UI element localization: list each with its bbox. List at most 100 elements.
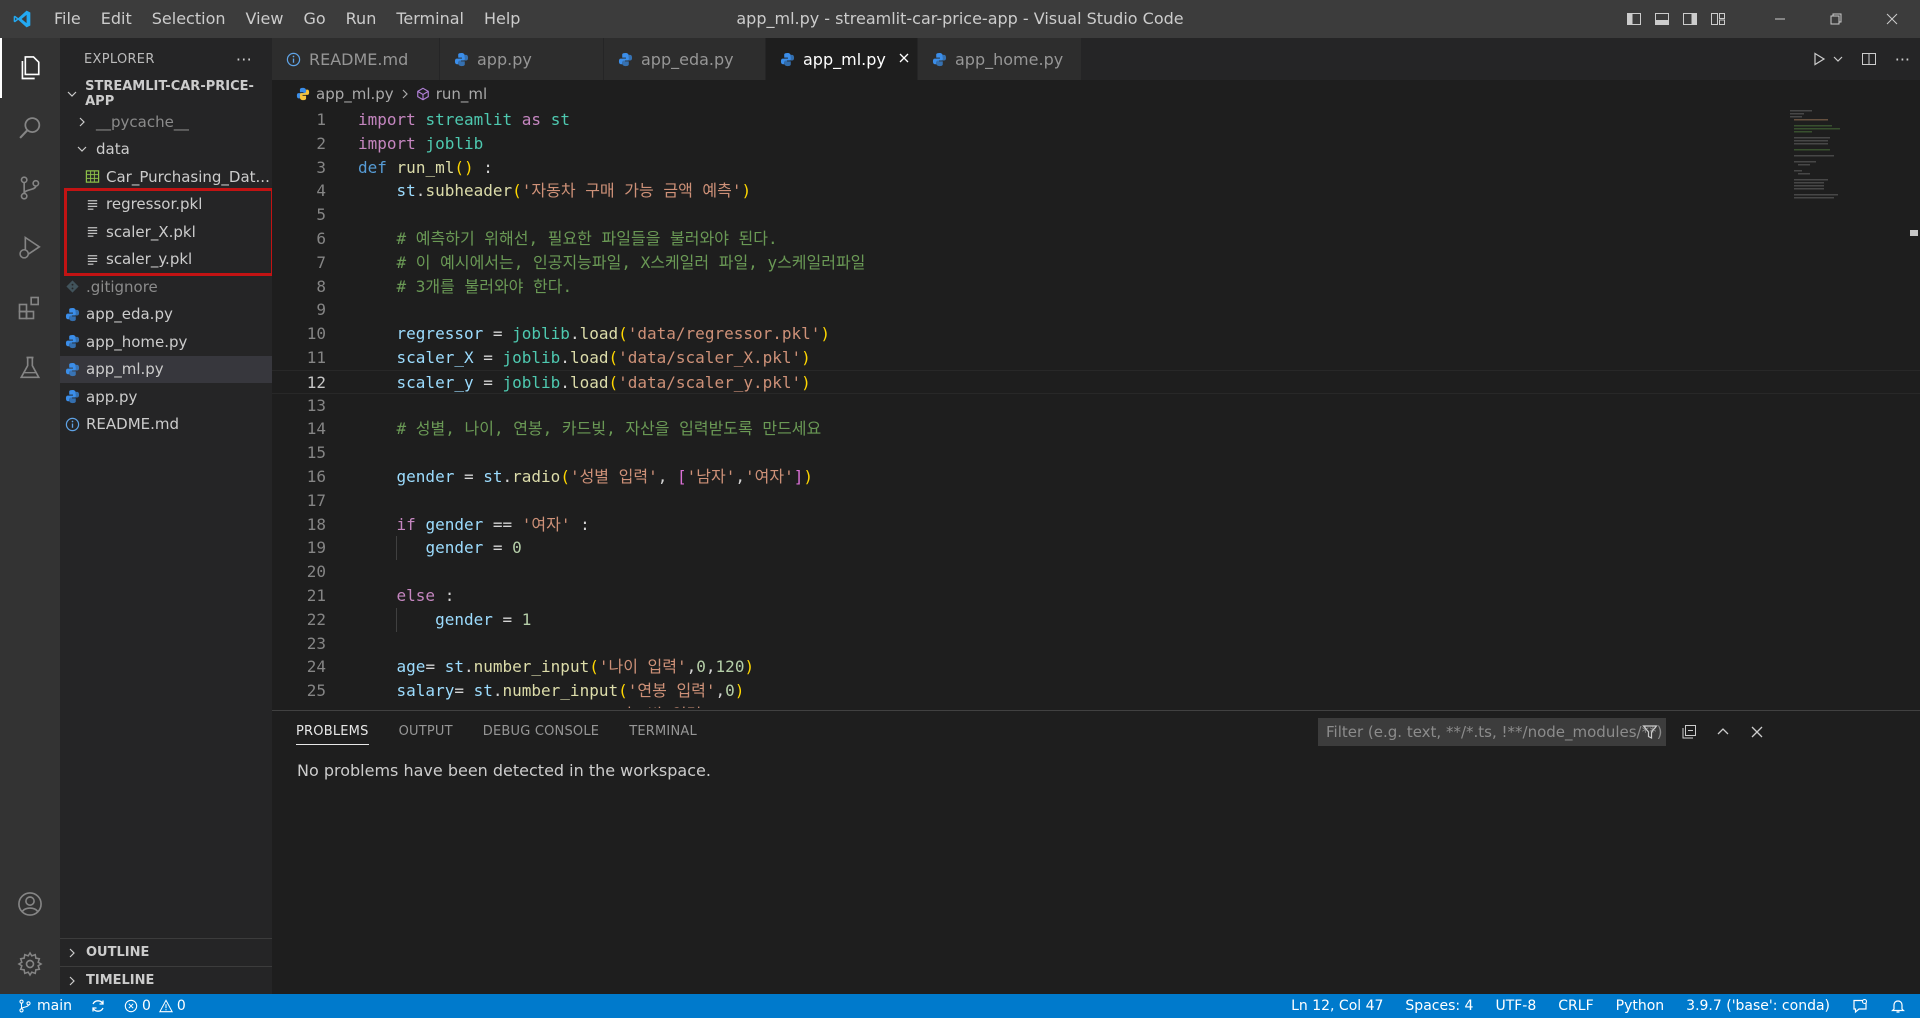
breadcrumb-symbol[interactable]: run_ml [436, 85, 487, 103]
python-interpreter[interactable]: 3.9.7 ('base': conda) [1686, 998, 1830, 1014]
source-control-icon[interactable] [0, 158, 60, 218]
file-tree-item[interactable]: app_ml.py [60, 355, 272, 383]
code-text: import joblib [358, 133, 484, 153]
run-dropdown-chevron-icon[interactable] [1833, 54, 1843, 64]
maximize-panel-chevron-up-icon[interactable] [1706, 725, 1740, 739]
menu-go[interactable]: Go [293, 0, 335, 38]
code-line: 19 gender = 0 [272, 536, 1920, 561]
file-tree-item[interactable]: .gitignore [60, 273, 272, 301]
panel-tab-debug-console[interactable]: DEBUG CONSOLE [483, 711, 599, 753]
toggle-primary-sidebar-icon[interactable] [1620, 0, 1648, 38]
line-number: 24 [306, 657, 326, 677]
code-line: 16 gender = st.radio('성별 입력', ['남자','여자'… [272, 465, 1920, 489]
tab-label: app_home.py [955, 49, 1064, 69]
code-line: 2 import joblib [272, 132, 1920, 156]
toggle-secondary-sidebar-icon[interactable] [1676, 0, 1704, 38]
line-number: 26 [272, 703, 326, 708]
code-line: 11 scaler_X = joblib.load('data/scaler_X… [272, 346, 1920, 370]
close-window-icon[interactable] [1864, 0, 1920, 38]
line-number: 20 [306, 562, 326, 582]
outline-section[interactable]: OUTLINE [60, 938, 272, 966]
panel-tabs: PROBLEMS OUTPUT DEBUG CONSOLE TERMINAL [296, 711, 727, 753]
feedback-icon[interactable] [1852, 998, 1868, 1014]
menu-selection[interactable]: Selection [142, 0, 236, 38]
indentation-status[interactable]: Spaces: 4 [1405, 998, 1473, 1014]
more-actions-icon[interactable]: ··· [236, 50, 252, 69]
toggle-panel-icon[interactable] [1648, 0, 1676, 38]
eol-status[interactable]: CRLF [1558, 998, 1593, 1014]
split-editor-icon[interactable] [1861, 51, 1877, 67]
code-editor[interactable]: 1 import streamlit as st 2 import joblib 3 de… [272, 108, 1920, 708]
vscode-logo-icon[interactable] [0, 0, 44, 38]
language-mode[interactable]: Python [1616, 998, 1665, 1014]
more-editor-actions-icon[interactable]: ··· [1895, 50, 1910, 69]
testing-icon[interactable] [0, 338, 60, 398]
sync-icon[interactable] [90, 998, 106, 1014]
timeline-section[interactable]: TIMELINE [60, 966, 272, 994]
search-icon[interactable] [0, 98, 60, 158]
file-tree-item[interactable]: app.py [60, 383, 272, 411]
line-number: 11 [306, 347, 326, 367]
panel-tab-problems[interactable]: PROBLEMS [296, 711, 369, 753]
cursor-position[interactable]: Ln 12, Col 47 [1291, 998, 1383, 1014]
code-text: st.subheader('자동차 구매 가능 금액 예측') [396, 181, 752, 201]
editor-scrollbar[interactable] [1906, 108, 1920, 708]
run-python-file-icon[interactable] [1811, 51, 1827, 67]
panel-tab-terminal[interactable]: TERMINAL [629, 711, 697, 753]
line-number: 7 [316, 252, 326, 272]
code-line: 20 [272, 560, 1920, 584]
extensions-icon[interactable] [0, 278, 60, 338]
explorer-sidebar: EXPLORER ··· STREAMLIT-CAR-PRICE-APP __p… [60, 38, 272, 994]
breadcrumb-file[interactable]: app_ml.py [316, 85, 394, 103]
manage-gear-icon[interactable] [0, 934, 60, 994]
git-branch-status[interactable]: main [18, 998, 72, 1014]
code-line: 1 import streamlit as st [272, 108, 1920, 132]
run-debug-icon[interactable] [0, 218, 60, 278]
file-tree-item[interactable]: README.md [60, 411, 272, 439]
tab-app-home-py[interactable]: app_home.py [918, 38, 1082, 80]
tab-app-ml-py[interactable]: app_ml.py [766, 38, 918, 80]
menu-view[interactable]: View [236, 0, 294, 38]
menu-edit[interactable]: Edit [91, 0, 142, 38]
file-tree-item[interactable]: data [60, 136, 272, 164]
file-tree-label: app.py [86, 387, 138, 406]
collapse-all-icon[interactable] [1672, 724, 1706, 740]
encoding-status[interactable]: UTF-8 [1495, 998, 1536, 1014]
close-panel-icon[interactable] [1740, 725, 1774, 739]
explorer-icon[interactable] [0, 38, 60, 98]
chevron-right-icon [66, 975, 82, 987]
menu-file[interactable]: File [44, 0, 91, 38]
menu-run[interactable]: Run [336, 0, 387, 38]
minimize-icon[interactable] [1752, 0, 1808, 38]
restore-icon[interactable] [1808, 0, 1864, 38]
file-tree-item[interactable]: __pycache__ [60, 108, 272, 136]
line-number: 22 [306, 609, 326, 629]
file-tree-item[interactable]: app_eda.py [60, 301, 272, 329]
menu-terminal[interactable]: Terminal [386, 0, 474, 38]
line-number: 18 [306, 514, 326, 534]
chevron-right-icon [74, 116, 90, 128]
close-tab-icon[interactable] [898, 50, 910, 68]
workspace-folder[interactable]: STREAMLIT-CAR-PRICE-APP [60, 79, 272, 109]
workspace-folder-label: STREAMLIT-CAR-PRICE-APP [85, 79, 254, 109]
code-text: scaler_X = joblib.load('data/scaler_X.pk… [396, 347, 811, 367]
minimap[interactable] [1786, 108, 1906, 708]
tab-readme-md[interactable]: README.md [272, 38, 440, 80]
code-line: 17 [272, 489, 1920, 513]
notifications-bell-icon[interactable] [1890, 998, 1906, 1014]
problems-status[interactable]: 0 0 [124, 998, 186, 1014]
tab-app-eda-py[interactable]: app_eda.py [604, 38, 766, 80]
problems-filter-input[interactable]: Filter (e.g. text, **/*.ts, !**/node_mod… [1318, 718, 1666, 746]
file-tree-label: app_ml.py [86, 360, 164, 379]
file-tree-item[interactable]: app_home.py [60, 328, 272, 356]
file-tree-item[interactable]: Car_Purchasing_Dat... [60, 163, 272, 191]
filter-icon[interactable] [1642, 724, 1658, 744]
line-number: 3 [316, 157, 326, 177]
panel-tab-output[interactable]: OUTPUT [399, 711, 453, 753]
menu-help[interactable]: Help [474, 0, 530, 38]
accounts-icon[interactable] [0, 874, 60, 934]
status-bar: main 0 0 Ln 12, Col 47 Spaces: 4 UTF-8 C… [0, 994, 1920, 1018]
customize-layout-icon[interactable] [1704, 0, 1732, 38]
line-number: 5 [316, 205, 326, 225]
tab-app-py[interactable]: app.py [440, 38, 604, 80]
